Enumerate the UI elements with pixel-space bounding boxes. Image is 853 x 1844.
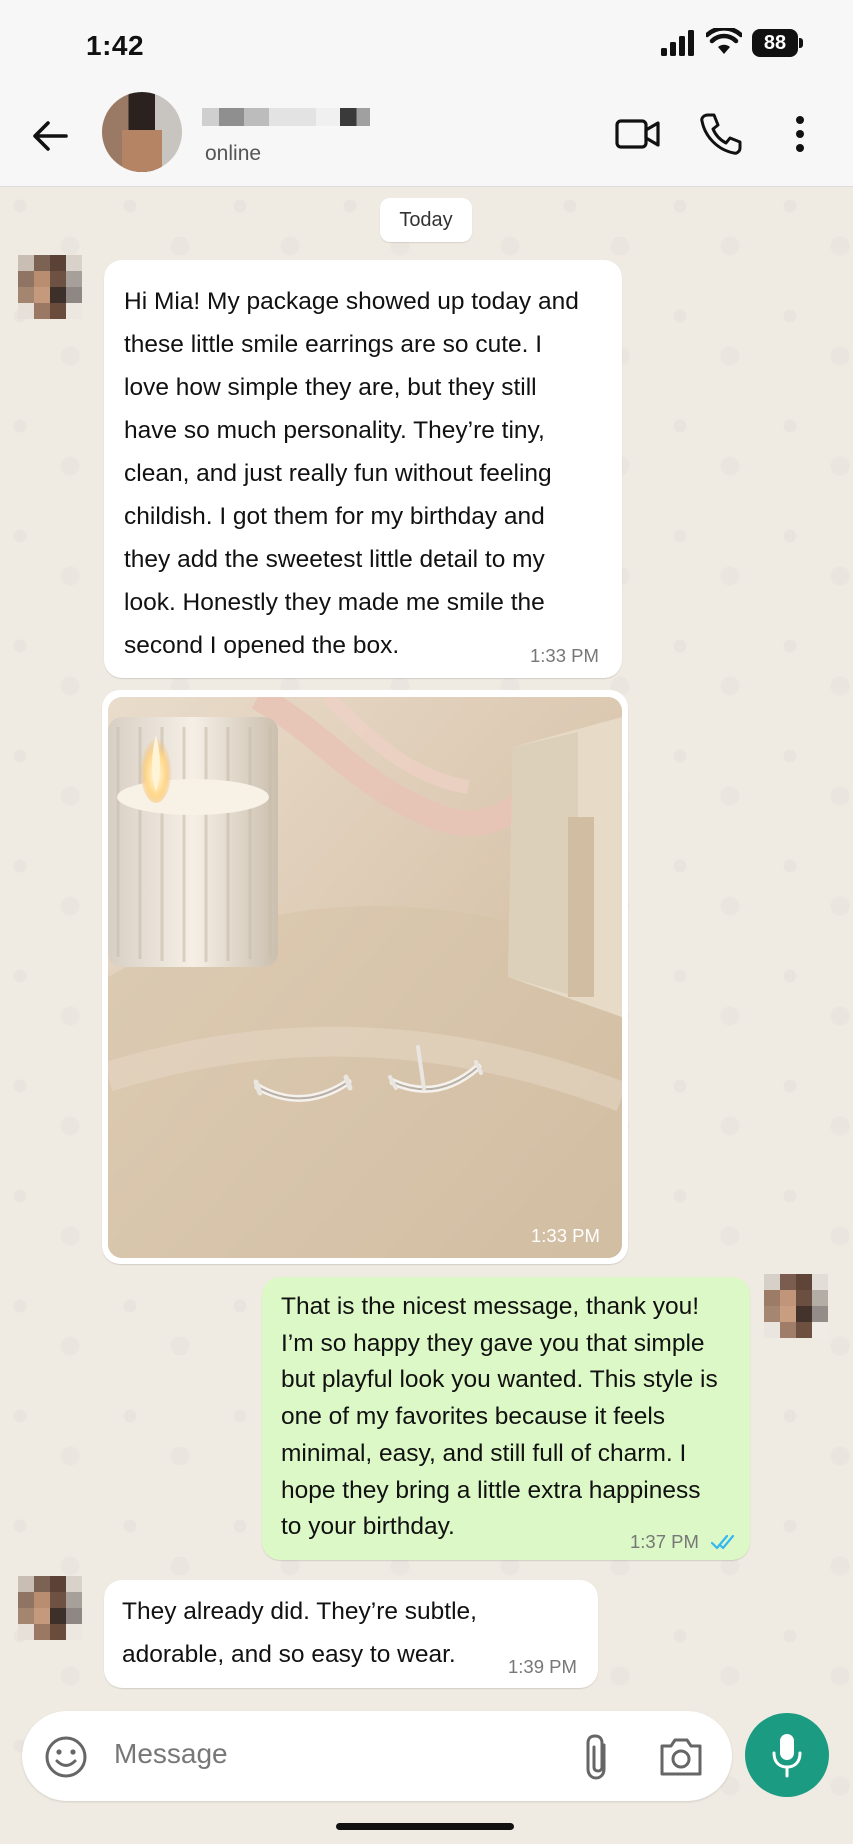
date-divider: Today <box>380 198 472 242</box>
chat-header: online <box>0 90 853 187</box>
message-input[interactable]: Message <box>114 1738 228 1770</box>
own-avatar[interactable] <box>764 1274 828 1338</box>
status-time: 1:42 <box>86 30 145 61</box>
read-receipt-icon <box>710 1534 735 1550</box>
attach-paperclip-icon[interactable] <box>578 1731 618 1783</box>
message-text: Hi Mia! My package showed up today and t… <box>124 288 579 659</box>
back-arrow-icon[interactable] <box>28 114 72 158</box>
phone-call-icon[interactable] <box>694 108 746 160</box>
home-indicator <box>336 1823 514 1830</box>
incoming-message-bubble[interactable]: They already did. They’re subtle, adorab… <box>104 1580 598 1688</box>
cellular-signal-icon <box>661 30 694 56</box>
contact-status: online <box>205 142 262 165</box>
sender-avatar[interactable] <box>18 255 82 319</box>
message-time: 1:33 PM <box>530 645 599 666</box>
more-options-icon[interactable] <box>774 108 826 160</box>
camera-icon[interactable] <box>656 1734 706 1780</box>
message-time: 1:39 PM <box>508 1656 577 1677</box>
incoming-message-bubble[interactable]: Hi Mia! My package showed up today and t… <box>104 260 622 678</box>
emoji-icon[interactable] <box>42 1733 90 1781</box>
video-call-icon[interactable] <box>612 108 664 160</box>
message-text: That is the nicest message, thank you! I… <box>281 1293 718 1541</box>
contact-avatar[interactable] <box>102 92 182 172</box>
message-time: 1:37 PM <box>630 1531 699 1552</box>
image-time: 1:33 PM <box>531 1225 600 1246</box>
outgoing-message-bubble[interactable]: That is the nicest message, thank you! I… <box>262 1277 750 1560</box>
battery-level: 88 <box>752 29 798 57</box>
sender-avatar[interactable] <box>18 1576 82 1640</box>
earrings-photo-illustration <box>108 697 622 1258</box>
battery-icon: 88 <box>752 29 804 57</box>
microphone-icon <box>772 1734 802 1778</box>
status-bar: 1:42 88 <box>0 0 853 90</box>
voice-record-button[interactable] <box>745 1713 829 1797</box>
wifi-icon <box>706 28 742 54</box>
contact-name-redacted[interactable] <box>202 108 370 126</box>
earrings-photo[interactable]: 1:33 PM <box>108 697 622 1258</box>
